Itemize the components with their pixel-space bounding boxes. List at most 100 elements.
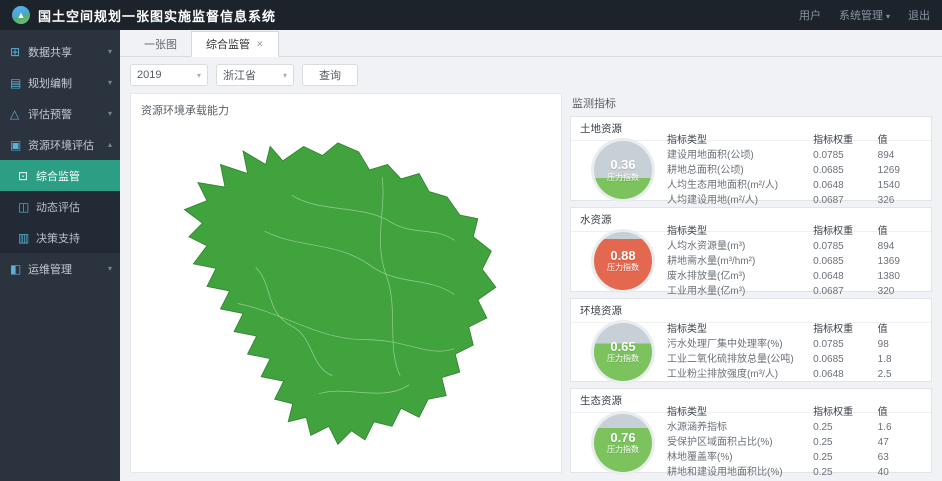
main-area: 一张图 综合监管 ✕ 2019 ▾ 浙江省 ▾ 查询 (120, 30, 942, 481)
sidebar: ⊞ 数据共享 ▾ ▤ 规划编制 ▾ △ 评估预警 ▾ ▣ 资源环境评估 ▴ (0, 30, 120, 481)
screen-icon: ⊡ (18, 169, 36, 183)
cell-weight: 0.25 (813, 465, 878, 480)
col-type: 指标类型 (667, 322, 813, 337)
gauge-fill: 0.36 压力指数 (594, 141, 652, 199)
cell-type: 耕地需水量(m³/hm²) (667, 254, 813, 269)
indicator-table: 指标类型 指标权重 值 建设用地面积(公顷)0.0785894 耕地总面积(公顷… (667, 133, 923, 208)
cell-value: 2.5 (878, 367, 923, 382)
table-row: 人均建设用地(m²/人)0.0687326 (667, 193, 923, 208)
cell-weight: 0.0648 (813, 178, 878, 193)
col-weight: 指标权重 (813, 322, 878, 337)
cell-weight: 0.0785 (813, 148, 878, 163)
table-row: 污水处理厂集中处理率(%)0.078598 (667, 337, 923, 352)
year-select[interactable]: 2019 ▾ (130, 64, 208, 86)
col-value: 值 (878, 224, 923, 239)
close-icon[interactable]: ✕ (256, 39, 264, 50)
table-row: 废水排放量(亿m³)0.06481380 (667, 269, 923, 284)
col-type: 指标类型 (667, 405, 813, 420)
sidebar-item-label: 综合监管 (36, 168, 80, 184)
filter-bar: 2019 ▾ 浙江省 ▾ 查询 (120, 57, 942, 93)
indicator-table: 指标类型 指标权重 值 水源涵养指标0.251.6 受保护区域面积占比(%)0.… (667, 405, 923, 480)
col-weight: 指标权重 (813, 405, 878, 420)
logout-link[interactable]: 退出 (908, 7, 930, 23)
gauge-fill: 0.88 压力指数 (594, 232, 652, 290)
chevron-down-icon: ▾ (108, 78, 112, 87)
gauge-label: 压力指数 (607, 173, 639, 183)
table-row: 人均生态用地面积(m²/人)0.06481540 (667, 178, 923, 193)
sidebar-item-dynamic-evaluation[interactable]: ◫ 动态评估 (0, 191, 120, 222)
table-header-row: 指标类型 指标权重 值 (667, 322, 923, 337)
table-row: 耕地总面积(公顷)0.06851269 (667, 163, 923, 178)
cell-type: 废水排放量(亿m³) (667, 269, 813, 284)
cell-weight: 0.0648 (813, 367, 878, 382)
chevron-down-icon: ▾ (283, 71, 287, 80)
province-map-svg (139, 123, 553, 466)
cell-type: 受保护区域面积占比(%) (667, 435, 813, 450)
year-select-value: 2019 (137, 69, 161, 81)
sidebar-item-resource-env-evaluation[interactable]: ▣ 资源环境评估 ▴ (0, 129, 120, 160)
user-link[interactable]: 用户 (799, 7, 821, 23)
table-header-row: 指标类型 指标权重 值 (667, 405, 923, 420)
card-body: 0.65 压力指数 指标类型 指标权重 值 (571, 323, 931, 382)
indicator-card-water: 水资源 0.88 压力指数 (570, 207, 932, 292)
gauge-label: 压力指数 (607, 354, 639, 364)
system-admin-menu[interactable]: 系统管理▾ (839, 7, 890, 23)
cell-value: 1.6 (878, 420, 923, 435)
list-icon: ▥ (18, 231, 36, 245)
sidebar-item-data-sharing[interactable]: ⊞ 数据共享 ▾ (0, 36, 120, 67)
chevron-down-icon: ▾ (108, 264, 112, 273)
cell-value: 1380 (878, 269, 923, 284)
sidebar-submenu: ⊡ 综合监管 ◫ 动态评估 ▥ 决策支持 (0, 160, 120, 253)
indicator-card-environment: 环境资源 0.65 压力指数 (570, 298, 932, 383)
cell-type: 工业二氧化硫排放总量(公吨) (667, 352, 813, 367)
sidebar-item-comprehensive-supervision[interactable]: ⊡ 综合监管 (0, 160, 120, 191)
sidebar-item-decision-support[interactable]: ▥ 决策支持 (0, 222, 120, 253)
gauge-label: 压力指数 (607, 445, 639, 455)
sidebar-item-label: 运维管理 (28, 261, 72, 277)
table-row: 水源涵养指标0.251.6 (667, 420, 923, 435)
cell-type: 工业用水量(亿m³) (667, 284, 813, 299)
indicators-panel: 监测指标 土地资源 0.36 压力指数 (570, 93, 932, 473)
cell-weight: 0.0687 (813, 193, 878, 208)
sidebar-item-label: 评估预警 (28, 106, 72, 122)
card-body: 0.36 压力指数 指标类型 指标权重 值 (571, 141, 931, 200)
chevron-up-icon: ▴ (108, 140, 112, 149)
gauge-label: 压力指数 (607, 263, 639, 273)
chevron-down-icon: ▾ (197, 71, 201, 80)
col-value: 值 (878, 133, 923, 148)
sidebar-item-plan-compilation[interactable]: ▤ 规划编制 ▾ (0, 67, 120, 98)
sidebar-item-operations-management[interactable]: ◧ 运维管理 ▾ (0, 253, 120, 284)
sidebar-item-label: 资源环境评估 (28, 137, 94, 153)
indicator-table: 指标类型 指标权重 值 污水处理厂集中处理率(%)0.078598 工业二氧化硫… (667, 322, 923, 382)
region-select-value: 浙江省 (223, 67, 256, 83)
chevron-down-icon: ▾ (108, 109, 112, 118)
tab-one-map[interactable]: 一张图 (130, 32, 191, 56)
table-row: 人均水资源量(m³)0.0785894 (667, 239, 923, 254)
cell-type: 建设用地面积(公顷) (667, 148, 813, 163)
pressure-gauge: 0.36 压力指数 (591, 138, 655, 202)
app-window: ▲ 国土空间规划一张图实施监督信息系统 用户 系统管理▾ 退出 ⊞ 数据共享 ▾… (0, 0, 942, 481)
col-weight: 指标权重 (813, 133, 878, 148)
province-map[interactable] (139, 123, 553, 466)
table-row: 受保护区域面积占比(%)0.2547 (667, 435, 923, 450)
gauge-fill: 0.65 压力指数 (594, 323, 652, 381)
col-type: 指标类型 (667, 224, 813, 239)
document-icon: ▤ (10, 76, 28, 90)
tab-comprehensive-supervision[interactable]: 综合监管 ✕ (191, 31, 279, 57)
region-select[interactable]: 浙江省 ▾ (216, 64, 294, 86)
cell-weight: 0.25 (813, 435, 878, 450)
monitor-icon: ▣ (10, 138, 28, 152)
cell-weight: 0.0785 (813, 337, 878, 352)
cell-value: 1540 (878, 178, 923, 193)
query-button[interactable]: 查询 (302, 64, 358, 86)
cell-weight: 0.0685 (813, 163, 878, 178)
col-value: 值 (878, 322, 923, 337)
sidebar-item-label: 规划编制 (28, 75, 72, 91)
chart-icon: ◫ (18, 200, 36, 214)
sidebar-item-evaluation-warning[interactable]: △ 评估预警 ▾ (0, 98, 120, 129)
card-title: 环境资源 (571, 299, 931, 323)
app-logo-icon: ▲ (12, 6, 30, 24)
system-admin-label: 系统管理 (839, 10, 883, 22)
pressure-gauge: 0.88 压力指数 (591, 229, 655, 293)
table-header-row: 指标类型 指标权重 值 (667, 224, 923, 239)
